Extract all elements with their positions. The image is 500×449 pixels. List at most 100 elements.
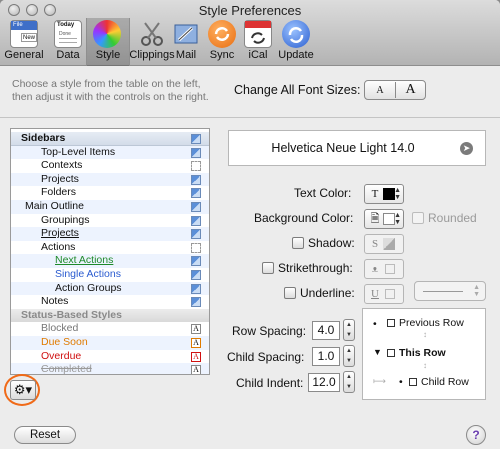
table-row-sidebars[interactable]: Sidebars xyxy=(11,132,209,146)
strikethrough-checkbox[interactable] xyxy=(262,262,274,274)
gear-menu-button[interactable]: ⚙▾ xyxy=(10,380,36,400)
child-indent-field[interactable]: 12.0 xyxy=(308,373,340,392)
general-icon-new-text: New xyxy=(21,33,37,42)
strikethrough-color-well[interactable]: ᴥ xyxy=(364,259,404,279)
chevron-updown-icon: ▲ ▼ xyxy=(473,284,480,298)
style-swatch[interactable] xyxy=(191,215,201,226)
shadow-glyph: S xyxy=(371,238,379,250)
table-row[interactable]: Blocked A xyxy=(11,322,209,336)
text-color-label: Text Color: xyxy=(294,186,352,200)
tab-style[interactable]: Style xyxy=(86,18,130,66)
row-label: Status-Based Styles xyxy=(21,308,122,321)
instructions-text: Choose a style from the table on the lef… xyxy=(12,78,209,103)
style-swatch[interactable] xyxy=(191,242,201,253)
style-swatch[interactable] xyxy=(191,188,201,199)
style-swatch[interactable] xyxy=(191,229,201,240)
table-row[interactable]: Action Groups xyxy=(11,281,209,296)
table-row[interactable]: Notes xyxy=(11,295,209,309)
table-row[interactable]: Completed A xyxy=(11,363,209,375)
background-color-well[interactable]: 🗎 ▲ ▼ xyxy=(364,209,404,229)
arrow-right-icon[interactable]: ➤ xyxy=(460,142,473,155)
style-swatch[interactable] xyxy=(191,270,201,280)
preview-this-row: This Row xyxy=(399,347,446,359)
table-row[interactable]: Next Actions xyxy=(11,254,209,268)
document-icon: 🗎 xyxy=(370,213,380,225)
ical-icon xyxy=(244,20,272,48)
table-row[interactable]: Overdue A xyxy=(11,350,209,364)
style-swatch[interactable] xyxy=(191,256,201,267)
row-label: Groupings xyxy=(41,213,90,226)
font-name: Helvetica Neue Light 14.0 xyxy=(271,141,415,155)
row-spacing-label: Row Spacing: xyxy=(232,324,307,338)
table-row[interactable]: Top-Level Items xyxy=(11,145,209,160)
style-icon xyxy=(93,20,121,48)
row-label: Action Groups xyxy=(55,281,122,294)
table-row[interactable]: Groupings xyxy=(11,214,209,228)
shadow-color-well[interactable]: S xyxy=(364,234,404,254)
text-color-well[interactable]: T ▲ ▼ xyxy=(364,184,404,204)
style-table[interactable]: Sidebars Top-Level Items Contexts Projec… xyxy=(10,128,210,375)
line-style-preview xyxy=(423,291,463,292)
tab-update[interactable]: Update xyxy=(274,18,318,64)
child-indent-label: Child Indent: xyxy=(236,376,304,390)
table-row[interactable]: Actions xyxy=(11,241,209,255)
background-color-label: Background Color: xyxy=(254,211,354,225)
color-swatch xyxy=(385,264,395,274)
child-spacing-field[interactable]: 1.0 xyxy=(312,347,340,366)
underline-glyph: U xyxy=(371,288,379,300)
shadow-checkbox[interactable] xyxy=(292,237,304,249)
font-selector-button[interactable]: Helvetica Neue Light 14.0 ➤ xyxy=(228,130,486,166)
style-swatch[interactable] xyxy=(191,161,201,172)
row-label: Main Outline xyxy=(25,200,84,212)
table-row[interactable]: Single Actions xyxy=(11,268,209,282)
style-swatch[interactable] xyxy=(191,134,201,144)
rounded-checkbox[interactable] xyxy=(412,212,424,224)
update-icon xyxy=(282,20,310,48)
data-icon-today-text: Today xyxy=(57,22,75,28)
underline-label: Underline: xyxy=(300,286,355,300)
spacing-arrow-icon: ↕ xyxy=(423,361,427,370)
style-swatch[interactable] xyxy=(191,283,201,294)
indent-arrow-icon: ⟼ xyxy=(373,376,386,386)
divider xyxy=(0,117,500,118)
style-swatch[interactable] xyxy=(191,202,201,212)
child-spacing-stepper[interactable]: ▲ ▼ xyxy=(343,345,355,367)
table-row[interactable]: Main Outline xyxy=(11,200,209,214)
spacing-arrow-icon: ↕ xyxy=(423,330,427,339)
table-row[interactable]: Folders xyxy=(11,186,209,200)
row-label: Completed xyxy=(41,363,92,375)
text-glyph: T xyxy=(371,188,379,200)
style-swatch[interactable] xyxy=(191,147,201,158)
child-spacing-label: Child Spacing: xyxy=(227,350,305,364)
style-swatch[interactable]: A xyxy=(191,365,201,374)
larger-font-button[interactable]: A xyxy=(395,82,425,98)
table-row[interactable]: Projects xyxy=(11,227,209,241)
row-label: Single Actions xyxy=(55,268,121,280)
table-row-status-based-styles[interactable]: Status-Based Styles xyxy=(11,308,209,323)
smaller-font-button[interactable]: A xyxy=(365,85,395,96)
preview-previous-row: Previous Row xyxy=(399,317,464,329)
row-spacing-field[interactable]: 4.0 xyxy=(312,321,340,340)
style-swatch[interactable]: A xyxy=(191,338,201,348)
strikethrough-glyph: ᴥ xyxy=(372,263,378,275)
mail-icon xyxy=(172,20,200,48)
underline-color-well[interactable]: U xyxy=(364,284,404,304)
underline-checkbox[interactable] xyxy=(284,287,296,299)
style-swatch[interactable] xyxy=(191,297,201,308)
table-row[interactable]: Projects xyxy=(11,172,209,187)
strikethrough-label: Strikethrough: xyxy=(278,261,353,275)
row-label: Top-Level Items xyxy=(41,145,116,158)
style-swatch[interactable]: A xyxy=(191,351,201,362)
checkbox-icon xyxy=(409,378,417,386)
style-swatch[interactable]: A xyxy=(191,324,201,335)
row-spacing-stepper[interactable]: ▲ ▼ xyxy=(343,319,355,341)
style-swatch[interactable] xyxy=(191,174,201,185)
tab-general[interactable]: File New General xyxy=(2,18,46,64)
help-button[interactable]: ? xyxy=(466,425,486,445)
table-row[interactable]: Due Soon A xyxy=(11,336,209,350)
checkbox-icon xyxy=(387,319,395,327)
underline-style-popup[interactable]: ▲ ▼ xyxy=(414,281,486,301)
table-row[interactable]: Contexts xyxy=(11,159,209,173)
child-indent-stepper[interactable]: ▲ ▼ xyxy=(343,371,355,393)
reset-button[interactable]: Reset xyxy=(14,426,76,444)
